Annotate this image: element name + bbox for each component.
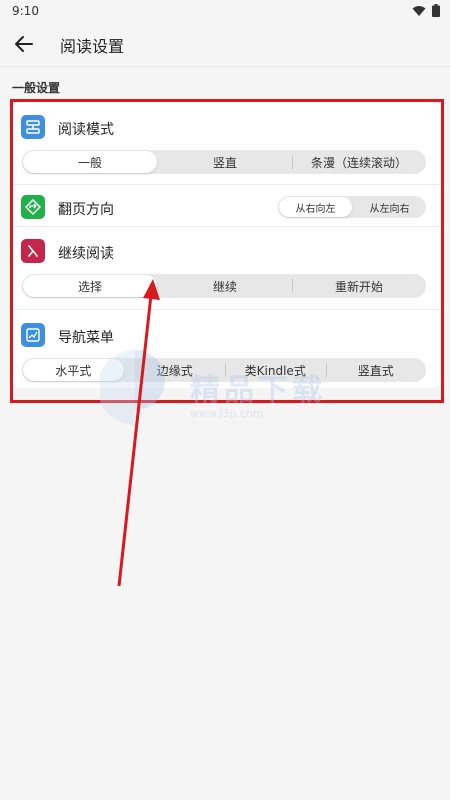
continue-reading-option-restart[interactable]: 重新开始 [292, 274, 426, 298]
divider [12, 184, 442, 185]
continue-reading-selector: 选择 继续 重新开始 [22, 274, 426, 298]
reading-mode-label: 阅读模式 [58, 122, 114, 138]
divider [12, 226, 442, 227]
navigation-menu-option-vertical[interactable]: 竖直式 [325, 358, 427, 382]
page-direction-option-rtl[interactable]: 从右向左 [279, 197, 352, 217]
page-direction-option-ltr[interactable]: 从左向右 [353, 196, 426, 218]
divider [12, 309, 442, 310]
battery-icon [432, 4, 440, 17]
section-label: 一般设置 [12, 81, 61, 95]
navigation-menu-selector: 水平式 边缘式 类Kindle式 竖直式 [22, 358, 426, 382]
app-bar: 阅读设置 [0, 22, 450, 67]
page-direction-icon [21, 195, 45, 219]
reading-mode-selector: 一般 竖直 条漫（连续滚动） [22, 150, 426, 174]
continue-reading-icon [21, 239, 45, 263]
status-time: 9:10 [12, 4, 39, 18]
continue-reading-option-continue[interactable]: 继续 [158, 274, 292, 298]
reading-mode-option-webtoon[interactable]: 条漫（连续滚动） [292, 150, 426, 174]
navigation-menu-label: 导航菜单 [58, 330, 114, 346]
back-arrow-icon[interactable] [12, 32, 36, 56]
continue-reading-option-select[interactable]: 选择 [23, 275, 157, 297]
navigation-menu-option-horizontal[interactable]: 水平式 [23, 359, 124, 381]
status-bar: 9:10 [0, 0, 450, 22]
reading-mode-option-normal[interactable]: 一般 [23, 151, 157, 173]
navigation-menu-option-kindle[interactable]: 类Kindle式 [225, 358, 326, 382]
watermark-url: www.j3p.com [190, 407, 264, 420]
settings-card: 阅读模式 一般 竖直 条漫（连续滚动） 翻页方向 从右向左 从左向右 继续阅读 [12, 102, 442, 388]
status-icons [412, 4, 440, 17]
continue-reading-label: 继续阅读 [58, 246, 114, 262]
navigation-menu-option-edge[interactable]: 边缘式 [125, 358, 226, 382]
wifi-icon [412, 5, 426, 16]
reading-mode-option-vertical[interactable]: 竖直 [158, 150, 292, 174]
reading-mode-icon [21, 115, 45, 139]
page-direction-selector: 从右向左 从左向右 [278, 196, 426, 218]
page-title: 阅读设置 [60, 37, 125, 56]
navigation-menu-icon [21, 323, 45, 347]
page-direction-label: 翻页方向 [58, 202, 114, 218]
